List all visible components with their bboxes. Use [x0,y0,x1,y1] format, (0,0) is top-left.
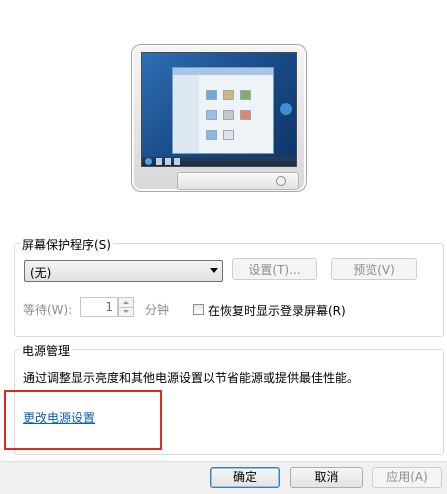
start-orb-icon [145,158,152,165]
ok-button[interactable]: 确定 [210,467,280,488]
resume-logon-label[interactable]: 在恢复时显示登录屏幕(R) [208,302,346,319]
settings-button[interactable]: 设置(T)... [232,258,317,280]
power-description: 通过调整显示亮度和其他电源设置以节省能源或提供最佳性能。 [23,371,360,385]
power-group-label: 电源管理 [20,342,73,359]
screensaver-group-label: 屏幕保护程序(S) [20,236,113,253]
preview-window-image [172,67,274,154]
cancel-button[interactable]: 取消 [290,467,363,488]
apply-button[interactable]: 应用(A) [372,467,442,488]
power-button-icon [276,176,286,186]
preview-taskbar [142,157,296,166]
windows-logo-icon [280,103,292,115]
wait-spinner[interactable] [118,297,134,317]
wait-minutes-input[interactable]: 1 [80,297,118,317]
spin-down-button[interactable] [119,307,133,316]
highlight-box [4,390,162,450]
preview-button[interactable]: 预览(V) [331,258,417,280]
monitor-screen-preview [141,52,297,167]
wait-unit-label: 分钟 [145,303,170,317]
screensaver-selected-value: (无) [30,266,52,280]
arrow-down-icon [123,310,129,313]
screensaver-select[interactable]: (无) [24,260,223,282]
arrow-up-icon [123,301,129,304]
chevron-down-icon [210,268,218,273]
resume-logon-checkbox[interactable] [193,304,204,315]
wait-label: 等待(W): [23,303,73,317]
